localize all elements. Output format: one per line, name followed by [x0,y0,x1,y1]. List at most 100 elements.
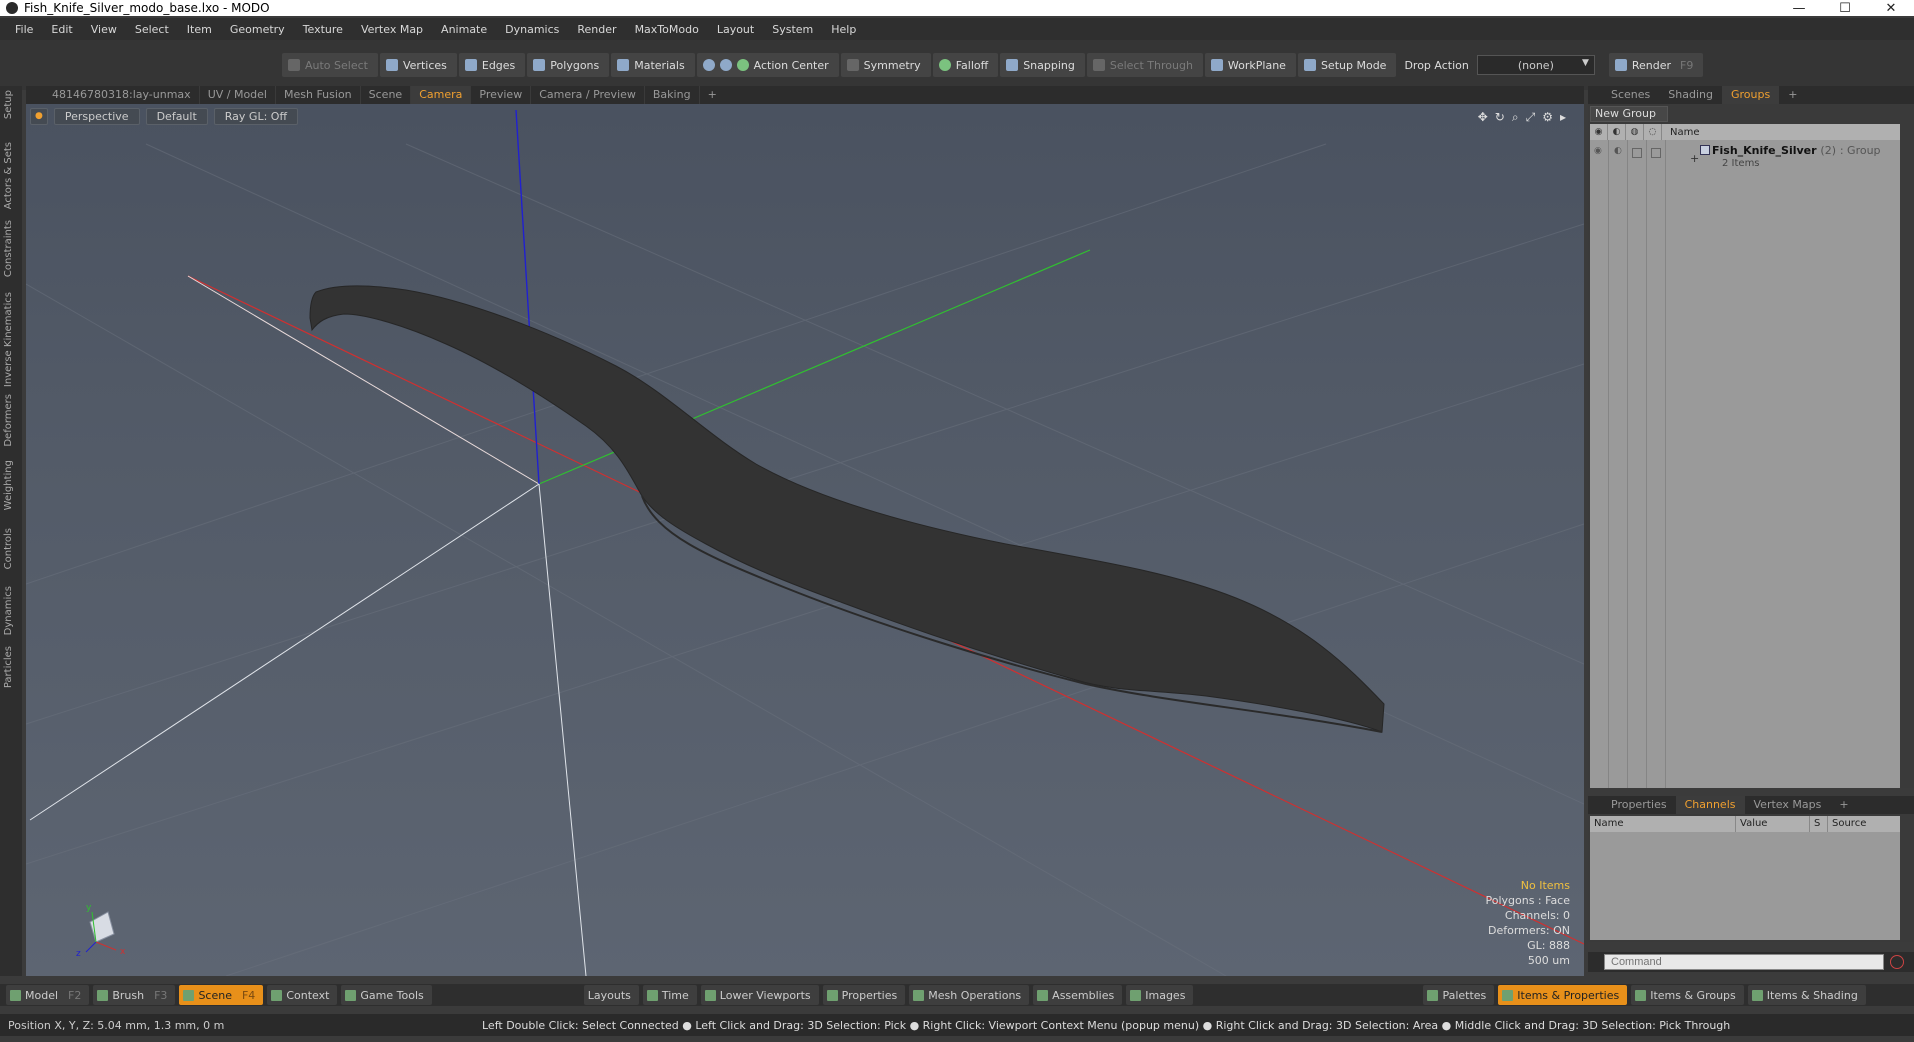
tab-uv-model[interactable]: UV / Model [200,86,276,104]
lower-viewports-button[interactable]: Lower Viewports [700,985,819,1005]
zoom-icon[interactable]: ⌕ [1512,110,1519,125]
rotate-icon[interactable]: ↻ [1495,110,1505,125]
action-center-button[interactable]: Action Center [696,53,839,77]
menu-help[interactable]: Help [822,23,865,36]
tab-dynamics[interactable]: Dynamics [3,586,14,635]
time-button[interactable]: Time [642,985,697,1005]
visibility-col-icon[interactable]: ◉ [1590,124,1608,140]
tab-vertex-maps[interactable]: Vertex Maps [1745,796,1831,814]
menu-item[interactable]: Item [178,23,221,36]
tab-setup[interactable]: Setup [3,90,14,119]
items-properties-button[interactable]: Items & Properties [1498,985,1628,1005]
falloff-button[interactable]: Falloff [932,53,999,77]
expand-icon[interactable]: + [1690,152,1699,165]
tab-camera[interactable]: Camera [411,86,472,104]
menu-texture[interactable]: Texture [294,23,352,36]
tab-preview[interactable]: Preview [471,86,532,104]
menu-geometry[interactable]: Geometry [221,23,294,36]
minimize-button[interactable]: — [1776,1,1822,16]
context-button[interactable]: Context [267,985,338,1005]
menu-system[interactable]: System [763,23,822,36]
group-row[interactable]: ◉ ◐ + Fish_Knife_Silver (2) : Group 2 It… [1590,142,1900,172]
command-history-icon[interactable] [1890,955,1904,969]
new-group-button[interactable]: New Group [1590,106,1668,122]
render-button[interactable]: Render F9 [1608,53,1704,77]
menu-animate[interactable]: Animate [432,23,496,36]
tab-baking[interactable]: Baking [645,86,700,104]
maximize-icon[interactable]: ⤢ [1526,110,1536,125]
arrow-right-icon[interactable]: ▸ [1560,110,1566,125]
items-shading-button[interactable]: Items & Shading [1747,985,1866,1005]
menu-view[interactable]: View [82,23,126,36]
command-input[interactable] [1604,954,1884,970]
symmetry-button[interactable]: Symmetry [840,53,931,77]
close-button[interactable]: ✕ [1868,1,1914,16]
polygons-button[interactable]: Polygons [527,53,610,77]
add-channel-tab-button[interactable]: + [1830,796,1857,814]
auto-select-button[interactable]: Auto Select [282,53,378,77]
viewport-menu-dot[interactable]: ● [30,108,48,125]
select-through-button[interactable]: Select Through [1086,53,1203,77]
channels-table[interactable]: Name Value S Source [1590,816,1900,940]
game-tools-button[interactable]: Game Tools [341,985,432,1005]
menu-edit[interactable]: Edit [42,23,81,36]
workplane-button[interactable]: WorkPlane [1204,53,1296,77]
lock-col-icon[interactable]: ◍ [1626,124,1644,140]
properties-button[interactable]: Properties [822,985,906,1005]
menu-layout[interactable]: Layout [708,23,763,36]
eye-icon[interactable]: ◉ [1594,146,1602,156]
setup-mode-button[interactable]: Setup Mode [1297,53,1397,77]
mesh-operations-button[interactable]: Mesh Operations [909,985,1030,1005]
pan-icon[interactable]: ✥ [1478,110,1488,125]
shading-select[interactable]: Default [145,108,208,125]
drop-action-select[interactable]: (none) ▼ [1476,55,1595,75]
add-tab-button[interactable]: + [700,86,725,104]
render-icon[interactable]: ◐ [1614,146,1622,156]
raygl-toggle[interactable]: Ray GL: Off [213,108,299,125]
layouts-button[interactable]: Layouts [583,985,639,1005]
menu-maxtomodo[interactable]: MaxToModo [626,23,708,36]
lock-checkbox[interactable] [1632,148,1642,158]
maximize-button[interactable]: ☐ [1822,1,1868,16]
render-col-icon[interactable]: ◐ [1608,124,1626,140]
scene-layout-button[interactable]: Scene F4 [179,985,264,1005]
items-groups-button[interactable]: Items & Groups [1631,985,1744,1005]
gear-icon[interactable]: ⚙ [1542,110,1553,125]
model-layout-button[interactable]: Model F2 [6,985,90,1005]
tab-properties[interactable]: Properties [1602,796,1676,814]
menu-vertex-map[interactable]: Vertex Map [352,23,432,36]
materials-button[interactable]: Materials [611,53,695,77]
vertices-button[interactable]: Vertices [379,53,457,77]
3d-viewport[interactable]: y x z ● Perspective Default Ray GL: Off … [26,104,1584,976]
tab-actors-sets[interactable]: Actors & Sets [3,142,14,209]
images-button[interactable]: Images [1126,985,1194,1005]
tab-deformers[interactable]: Deformers [3,394,14,447]
tab-scene[interactable]: Scene [361,86,412,104]
projection-select[interactable]: Perspective [53,108,140,125]
add-right-tab-button[interactable]: + [1779,86,1806,104]
tab-constraints[interactable]: Constraints [3,220,14,277]
select-col-icon[interactable]: ◌ [1644,124,1662,140]
brush-layout-button[interactable]: Brush F3 [93,985,176,1005]
menu-select[interactable]: Select [126,23,178,36]
tab-shading[interactable]: Shading [1659,86,1722,104]
tab-scenes[interactable]: Scenes [1602,86,1659,104]
tab-controls[interactable]: Controls [3,528,14,569]
tab-channels[interactable]: Channels [1675,796,1745,814]
edges-button[interactable]: Edges [458,53,526,77]
select-checkbox[interactable] [1651,148,1661,158]
groups-list[interactable]: ◉ ◐ ◍ ◌ Name ◉ ◐ + Fish_Knife_Silver (2)… [1590,124,1900,788]
tab-groups[interactable]: Groups [1721,86,1780,104]
snapping-button[interactable]: Snapping [1000,53,1085,77]
tab-layout-unmax[interactable]: 48146780318:lay-unmax [44,86,200,104]
tab-camera-preview[interactable]: Camera / Preview [531,86,645,104]
tab-mesh-fusion[interactable]: Mesh Fusion [276,86,361,104]
tab-inverse-kinematics[interactable]: Inverse Kinematics [3,292,14,387]
palettes-button[interactable]: Palettes [1423,985,1495,1005]
assemblies-button[interactable]: Assemblies [1033,985,1123,1005]
menu-render[interactable]: Render [568,23,625,36]
tab-weighting[interactable]: Weighting [3,460,14,510]
menu-dynamics[interactable]: Dynamics [496,23,568,36]
tab-particles[interactable]: Particles [3,646,14,688]
menu-file[interactable]: File [6,23,42,36]
